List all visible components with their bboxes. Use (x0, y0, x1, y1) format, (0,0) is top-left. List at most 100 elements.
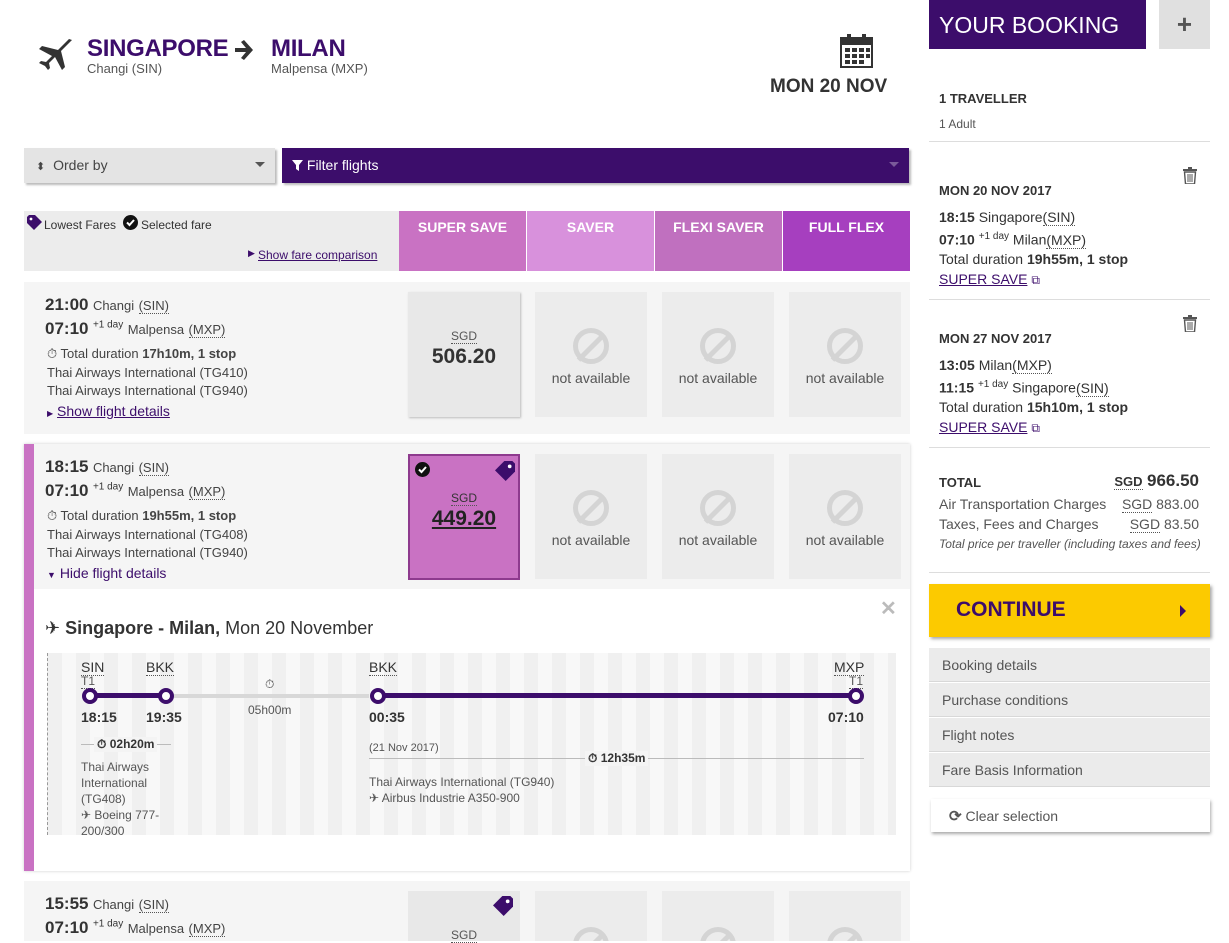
inbound-fare-text: SUPER SAVE (939, 419, 1028, 435)
booking-title: YOUR BOOKING (929, 0, 1146, 49)
close-icon[interactable]: ✕ (880, 596, 897, 621)
layover-duration: 05h00m (248, 703, 292, 717)
seg2-airline: Thai Airways International (TG940) (369, 775, 555, 789)
not-available-icon (573, 328, 609, 364)
timeline-node (848, 688, 864, 704)
seg2-arr: 07:10 (828, 709, 864, 725)
trash-icon[interactable] (1183, 167, 1197, 189)
filter-icon (292, 157, 307, 173)
price-note: Total price per traveller (including tax… (939, 537, 1201, 551)
clear-selection-button[interactable]: ⟳ Clear selection (931, 799, 1210, 832)
not-available-text: not available (551, 370, 631, 386)
check-circle-icon (123, 215, 138, 235)
fare-price-super-save[interactable]: SGD (408, 891, 520, 943)
inbound-arr-time: 11:15 (939, 379, 975, 396)
arr-airport: Malpensa (127, 484, 185, 499)
dep-airport: Changi (92, 298, 135, 313)
origin-city: SINGAPORE (87, 35, 229, 62)
filter-flights-label: Filter flights (306, 157, 379, 173)
arrow-right-icon (232, 38, 256, 69)
fare-unavailable: not available (662, 292, 774, 417)
leg-airline: Thai Airways International (TG940) (47, 383, 248, 398)
selected-fare-label: Selected fare (141, 218, 212, 232)
timeline-node (158, 688, 174, 704)
detail-date: Mon 20 November (225, 618, 374, 638)
arr-time: 07:10 (45, 319, 89, 338)
fare-price-super-save-selected[interactable]: SGD 449.20 (408, 454, 520, 580)
fare-unavailable: not available (662, 454, 774, 579)
refresh-icon: ⟳ (949, 808, 962, 825)
not-available-icon (573, 927, 609, 941)
filter-flights-button[interactable]: Filter flights (282, 148, 909, 183)
air-currency: SGD (1121, 496, 1153, 513)
outbound-duration-label: Total duration (939, 251, 1024, 267)
trash-icon[interactable] (1183, 315, 1197, 337)
fare-col-super-save: SUPER SAVE (399, 211, 526, 271)
outbound-arr-time: 07:10 (939, 231, 975, 248)
external-link-icon: ⧉ (1031, 421, 1040, 435)
seg1-airline: Thai Airways International (TG408) (81, 760, 150, 806)
leg-airline: Thai Airways International (TG408) (47, 527, 248, 542)
not-available-text: not available (805, 532, 885, 548)
travellers-count: 1 TRAVELLER (939, 91, 1027, 106)
show-fare-comparison-link[interactable]: Show fare comparison (258, 248, 377, 262)
plane-icon (36, 36, 72, 72)
outbound-fare-link[interactable]: SUPER SAVE ⧉ (939, 271, 1040, 288)
plus-icon[interactable]: + (1159, 0, 1210, 49)
price: 449.20 (431, 507, 497, 530)
hide-flight-details-link[interactable]: ▼ Hide flight details (47, 565, 166, 581)
calendar-icon[interactable] (840, 34, 873, 68)
travellers-type: 1 Adult (939, 117, 976, 131)
tab-booking-details[interactable]: Booking details (929, 648, 1210, 682)
seg2-date: (21 Nov 2017) (369, 742, 439, 754)
continue-button[interactable]: CONTINUE (929, 584, 1210, 637)
hide-flight-details-text: Hide flight details (59, 565, 167, 581)
total-amount: 966.50 (1147, 471, 1199, 490)
price: 506.20 (431, 345, 497, 368)
outbound-arr-day: +1 day (978, 231, 1010, 242)
plane-icon: ✈ (45, 618, 61, 638)
inbound-date: MON 27 NOV 2017 (939, 331, 1052, 346)
leg-airline: Thai Airways International (TG410) (47, 365, 248, 380)
tag-icon (493, 896, 513, 921)
seg2-terminal: T1 (849, 674, 864, 689)
tax-currency: SGD (1129, 516, 1161, 533)
dep-airport: Changi (92, 460, 135, 475)
plane-icon: ✈ (369, 791, 380, 805)
clear-selection-label: Clear selection (965, 808, 1059, 824)
tag-icon (495, 461, 515, 486)
not-available-text: not available (678, 370, 758, 386)
not-available-text: not available (551, 532, 631, 548)
tab-fare-basis[interactable]: Fare Basis Information (929, 753, 1210, 787)
show-flight-details-link[interactable]: ▶ Show flight details (47, 403, 170, 419)
stopwatch-icon: ⏱ (265, 677, 275, 691)
destination-city: MILAN (271, 35, 346, 62)
inbound-fare-link[interactable]: SUPER SAVE ⧉ (939, 419, 1040, 436)
dep-time: 15:55 (45, 894, 89, 913)
outbound-dep-city: Singapore (978, 209, 1043, 225)
tab-purchase-conditions[interactable]: Purchase conditions (929, 683, 1210, 717)
seg1-terminal: T1 (81, 674, 96, 689)
dep-code: (SIN) (138, 897, 169, 913)
outbound-dep-code: (SIN) (1042, 209, 1076, 226)
stopwatch-icon: ⏱ (97, 737, 107, 751)
tab-flight-notes[interactable]: Flight notes (929, 718, 1210, 752)
total-label: TOTAL (939, 475, 982, 490)
fare-col-saver: SAVER (527, 211, 654, 271)
tag-icon (27, 215, 42, 235)
destination-airport: Malpensa (MXP) (271, 61, 368, 76)
flight-timeline: SIN T1 BKK 18:15 19:35 ⏱ 02h20m Thai Air… (47, 653, 896, 838)
seg1-aircraft: Boeing 777-200/300 (81, 808, 160, 838)
fare-unavailable: not available (789, 292, 901, 417)
not-available-icon (827, 328, 863, 364)
seg1-duration: 02h20m (109, 737, 155, 751)
sort-icon: ⬍ (36, 161, 46, 173)
outbound-duration: 19h55m, 1 stop (1026, 251, 1129, 267)
order-by-select[interactable]: ⬍ Order by (24, 148, 275, 183)
chevron-down-icon (255, 162, 265, 167)
fare-col-full-flex: FULL FLEX (783, 211, 910, 271)
fare-price-super-save[interactable]: SGD 506.20 (408, 292, 520, 417)
not-available-text: not available (805, 370, 885, 386)
outbound-date: MON 20 NOV 2017 (939, 183, 1052, 198)
currency: SGD (450, 329, 477, 344)
